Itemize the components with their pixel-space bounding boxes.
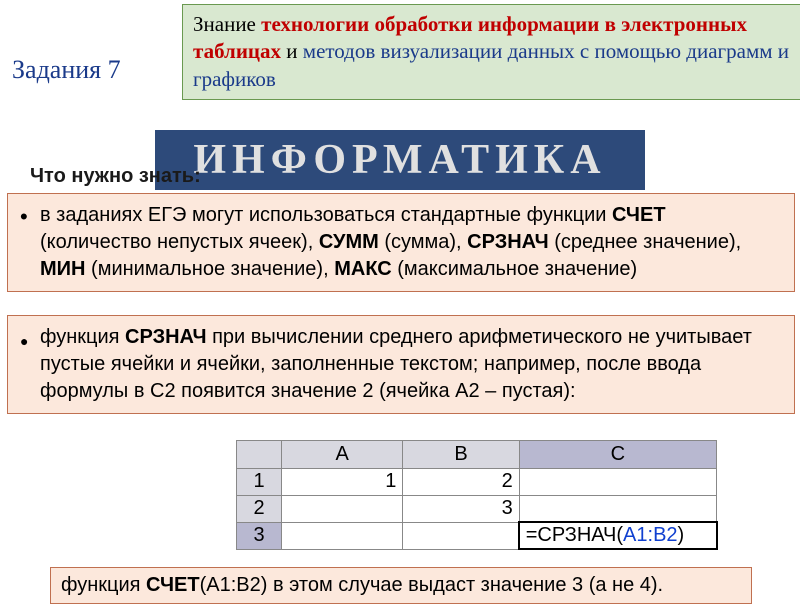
text-span: (A1:B2) в этом случае выдаст значение 3 … bbox=[200, 574, 664, 596]
text-span: в заданиях ЕГЭ могут использоваться стан… bbox=[40, 204, 612, 226]
cell-a2[interactable] bbox=[282, 495, 403, 522]
background-banner: ИНФОРМАТИКА bbox=[155, 130, 645, 190]
text-span: функция bbox=[40, 326, 125, 348]
col-header-a[interactable]: A bbox=[282, 441, 403, 468]
text-span: функция bbox=[61, 574, 146, 596]
info-block-1: • в заданиях ЕГЭ могут использоваться ст… bbox=[7, 193, 795, 292]
func-name: СЧЕТ bbox=[612, 204, 666, 226]
text-span: (минимальное значение), bbox=[85, 258, 334, 280]
cell-c1[interactable] bbox=[519, 468, 716, 495]
text-span: (сумма), bbox=[379, 231, 467, 253]
col-header-b[interactable]: B bbox=[403, 441, 519, 468]
func-name: СРЗНАЧ bbox=[467, 231, 548, 253]
text-span: (количество непустых ячеек), bbox=[40, 231, 319, 253]
func-name: СУММ bbox=[319, 231, 379, 253]
bullet-dot: • bbox=[20, 202, 40, 283]
info-block-2: ● функция СРЗНАЧ при вычислении среднего… bbox=[7, 315, 795, 414]
formula-prefix: =СРЗНАЧ( bbox=[526, 524, 623, 546]
task-title: Задания 7 bbox=[12, 55, 121, 85]
func-name: МАКС bbox=[334, 258, 392, 280]
info-text-1: в заданиях ЕГЭ могут использоваться стан… bbox=[40, 202, 782, 283]
cell-c3-formula[interactable]: =СРЗНАЧ(A1:B2) bbox=[519, 522, 716, 549]
subtitle: Что нужно знать: bbox=[30, 165, 201, 188]
info-text-2: функция СРЗНАЧ при вычислении среднего а… bbox=[40, 324, 782, 405]
row-header-3[interactable]: 3 bbox=[237, 522, 282, 549]
cell-b2[interactable]: 3 bbox=[403, 495, 519, 522]
bullet-dot: ● bbox=[20, 324, 40, 405]
cell-b1[interactable]: 2 bbox=[403, 468, 519, 495]
text-span: (среднее значение), bbox=[549, 231, 742, 253]
cell-c2[interactable] bbox=[519, 495, 716, 522]
topic-callout: Знание технологии обработки информации в… bbox=[182, 4, 800, 100]
subtitle-text: Что нужно знать: bbox=[30, 165, 201, 187]
spreadsheet: A B C 1 1 2 2 3 3 =СРЗНАЧ(A1:B2) bbox=[236, 440, 717, 550]
func-name: МИН bbox=[40, 258, 85, 280]
callout-part: и bbox=[281, 39, 303, 63]
sheet-corner[interactable] bbox=[237, 441, 282, 468]
row-header-2[interactable]: 2 bbox=[237, 495, 282, 522]
text-span: (максимальное значение) bbox=[392, 258, 638, 280]
formula-suffix: ) bbox=[678, 524, 685, 546]
func-name: СЧЕТ bbox=[146, 574, 200, 596]
func-name: СРЗНАЧ bbox=[125, 326, 206, 348]
info-block-3: функция СЧЕТ(A1:B2) в этом случае выдаст… bbox=[50, 567, 752, 604]
cell-b3[interactable] bbox=[403, 522, 519, 549]
callout-part: Знание bbox=[193, 12, 261, 36]
cell-a1[interactable]: 1 bbox=[282, 468, 403, 495]
formula-range: A1:B2 bbox=[623, 524, 677, 546]
cell-a3[interactable] bbox=[282, 522, 403, 549]
row-header-1[interactable]: 1 bbox=[237, 468, 282, 495]
col-header-c[interactable]: C bbox=[519, 441, 716, 468]
